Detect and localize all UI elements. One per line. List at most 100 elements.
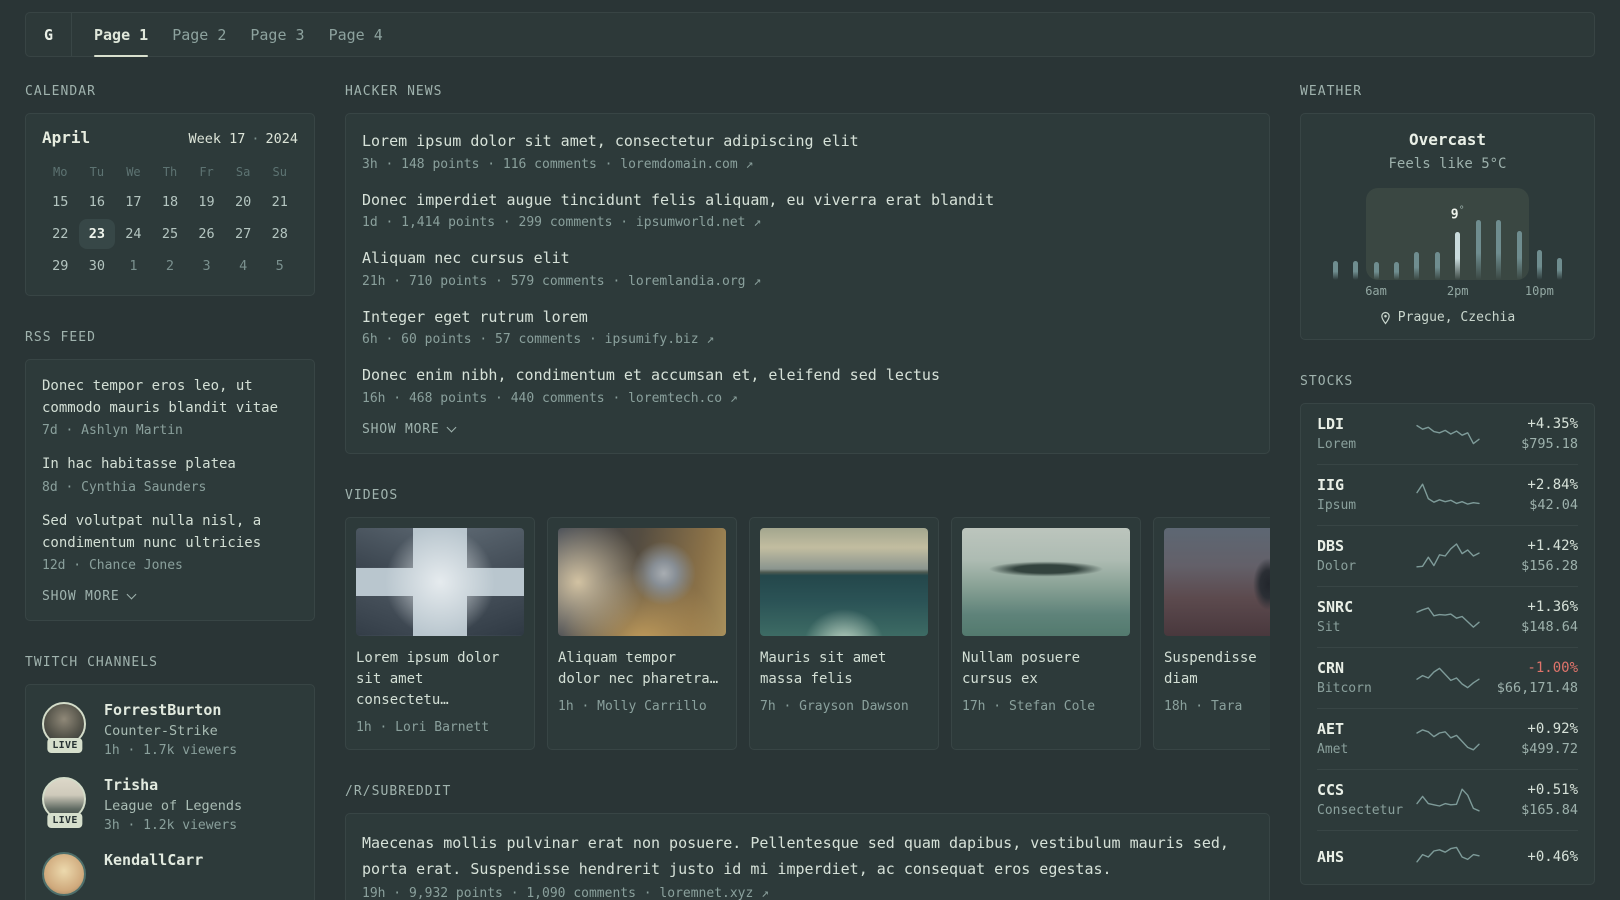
calendar-day[interactable]: 22: [42, 219, 79, 249]
weather-bar: [1407, 188, 1427, 280]
story-title[interactable]: Donec enim nibh, condimentum et accumsan…: [362, 364, 1253, 387]
current-temp-label: 9°: [1450, 204, 1465, 222]
calendar-day[interactable]: 3: [188, 251, 225, 281]
stock-price: $165.84: [1521, 801, 1578, 818]
video-thumbnail[interactable]: [962, 527, 1130, 636]
stock-values: +1.42% $156.28: [1486, 538, 1578, 574]
page-tab[interactable]: Page 3: [238, 13, 316, 56]
chevron-down-icon: [127, 589, 137, 600]
channel-game: League of Legends: [104, 798, 243, 815]
stock-row[interactable]: LDI Lorem +4.35% $795.18: [1317, 404, 1578, 464]
video-title[interactable]: Lorem ipsum dolor sit amet consectetu…: [356, 648, 524, 711]
stock-ticker: CCS: [1317, 781, 1345, 799]
page-tab[interactable]: Page 4: [317, 13, 395, 56]
calendar-day[interactable]: 20: [225, 187, 262, 217]
rss-item-title[interactable]: Donec tempor eros leo, ut commodo mauris…: [42, 376, 298, 419]
page-tab[interactable]: Page 1: [82, 13, 160, 57]
video-title[interactable]: Nullam posuere cursus ex: [962, 648, 1130, 690]
stock-row[interactable]: DBS Dolor +1.42% $156.28: [1317, 525, 1578, 586]
page-tab[interactable]: Page 2: [160, 13, 238, 56]
video-title[interactable]: Mauris sit amet massa felis: [760, 648, 928, 690]
story-title[interactable]: Aliquam nec cursus elit: [362, 247, 1253, 270]
story-title[interactable]: Lorem ipsum dolor sit amet, consectetur …: [362, 130, 1253, 153]
stock-id: CCS Consectetur: [1317, 781, 1410, 818]
video-thumbnail[interactable]: [1164, 527, 1270, 636]
rss-section: RSS FEED Donec tempor eros leo, ut commo…: [25, 330, 315, 622]
story-meta: 6h · 60 points · 57 comments · ipsumify.…: [362, 332, 715, 347]
calendar-day[interactable]: 23: [78, 219, 116, 249]
calendar-day[interactable]: 27: [225, 219, 262, 249]
twitch-channel[interactable]: LIVE Trisha League of Legends 3h · 1.2k …: [42, 776, 298, 833]
stock-row[interactable]: CCS Consectetur +0.51% $165.84: [1317, 769, 1578, 830]
stock-sparkline: [1410, 842, 1486, 872]
stock-row[interactable]: CRN Bitcorn -1.00% $66,171.48: [1317, 647, 1578, 708]
stock-row[interactable]: AHS +0.46%: [1317, 830, 1578, 884]
stock-id: LDI Lorem: [1317, 415, 1410, 452]
calendar-day-number: 21: [271, 194, 288, 210]
video-thumbnail[interactable]: [760, 527, 928, 636]
weather-section: WEATHER Overcast Feels like 5°C 9° 6am 2p…: [1300, 84, 1595, 340]
rss-item-title[interactable]: Sed volutpat nulla nisl, a condimentum n…: [42, 511, 298, 554]
video-card[interactable]: Suspendisse diam 18h · Tara: [1153, 516, 1270, 750]
calendar-day[interactable]: 21: [261, 187, 298, 217]
twitch-channel[interactable]: LIVE ForrestBurton Counter-Strike 1h · 1…: [42, 701, 298, 758]
calendar-week-year: Week 17 · 2024: [188, 131, 298, 147]
stock-row[interactable]: AET Amet +0.92% $499.72: [1317, 708, 1578, 769]
subreddit-post: Maecenas mollis pulvinar erat non posuer…: [362, 830, 1253, 900]
hackernews-show-more-button[interactable]: SHOW MORE: [362, 422, 457, 437]
rss-item-title[interactable]: In hac habitasse platea: [42, 454, 298, 476]
calendar-day[interactable]: 24: [115, 219, 152, 249]
calendar-day[interactable]: 30: [79, 251, 116, 281]
calendar-day[interactable]: 29: [42, 251, 79, 281]
video-card[interactable]: Mauris sit amet massa felis 7h · Grayson…: [749, 516, 939, 750]
stock-name: Ipsum: [1317, 498, 1357, 513]
calendar-day[interactable]: 19: [188, 187, 225, 217]
channel-name[interactable]: Trisha: [104, 776, 242, 794]
channel-name[interactable]: KendallCarr: [104, 851, 203, 869]
dot-separator: ·: [251, 131, 260, 147]
twitch-channel[interactable]: KendallCarr: [42, 851, 298, 897]
calendar-day[interactable]: 18: [152, 187, 189, 217]
video-thumbnail[interactable]: [356, 527, 524, 636]
stock-row[interactable]: IIG Ipsum +2.84% $42.04: [1317, 464, 1578, 525]
rss-item-meta: 12d · Chance Jones: [42, 558, 183, 574]
time-axis-label: 10pm: [1524, 284, 1554, 298]
stock-values: -1.00% $66,171.48: [1486, 660, 1578, 696]
video-title[interactable]: Suspendisse diam: [1164, 648, 1270, 690]
video-meta: 7h · Grayson Dawson: [760, 698, 909, 714]
stock-name: Dolor: [1317, 559, 1357, 574]
calendar-day[interactable]: 25: [152, 219, 189, 249]
calendar-day[interactable]: 1: [115, 251, 152, 281]
video-card[interactable]: Lorem ipsum dolor sit amet consectetu… 1…: [345, 516, 535, 750]
weather-bar: [1325, 188, 1345, 280]
calendar-day[interactable]: 17: [115, 187, 152, 217]
stock-row[interactable]: SNRC Sit +1.36% $148.64: [1317, 586, 1578, 647]
channel-meta: 3h · 1.2k viewers: [104, 818, 238, 834]
story-title[interactable]: Donec imperdiet augue tincidunt felis al…: [362, 189, 1253, 212]
app-logo[interactable]: G: [26, 13, 72, 56]
calendar-day[interactable]: 16: [79, 187, 116, 217]
post-title[interactable]: Maecenas mollis pulvinar erat non posuer…: [362, 830, 1253, 883]
video-meta: 1h · Lori Barnett: [356, 719, 490, 735]
calendar-day[interactable]: 28: [261, 219, 298, 249]
story-meta: 21h · 710 points · 579 comments · loreml…: [362, 273, 762, 289]
channel-name[interactable]: ForrestBurton: [104, 701, 237, 719]
calendar-day[interactable]: 5: [261, 251, 298, 281]
video-title[interactable]: Aliquam tempor dolor nec pharetra…: [558, 648, 726, 690]
show-more-label: SHOW MORE: [42, 589, 120, 605]
hackernews-story: Lorem ipsum dolor sit amet, consectetur …: [362, 130, 1253, 172]
rss-section-title: RSS FEED: [25, 330, 96, 345]
time-axis-label: 2pm: [1446, 284, 1469, 298]
stock-id: AHS: [1317, 848, 1410, 866]
stock-id: AET Amet: [1317, 720, 1410, 757]
calendar-day[interactable]: 2: [152, 251, 189, 281]
calendar-day[interactable]: 26: [188, 219, 225, 249]
video-card[interactable]: Nullam posuere cursus ex 17h · Stefan Co…: [951, 516, 1141, 750]
video-card[interactable]: Aliquam tempor dolor nec pharetra… 1h · …: [547, 516, 737, 750]
story-title[interactable]: Integer eget rutrum lorem: [362, 306, 1253, 329]
hackernews-widget: Lorem ipsum dolor sit amet, consectetur …: [345, 113, 1270, 454]
rss-show-more-button[interactable]: SHOW MORE: [42, 589, 137, 605]
calendar-day[interactable]: 4: [225, 251, 262, 281]
calendar-day[interactable]: 15: [42, 187, 79, 217]
video-thumbnail[interactable]: [558, 527, 726, 636]
